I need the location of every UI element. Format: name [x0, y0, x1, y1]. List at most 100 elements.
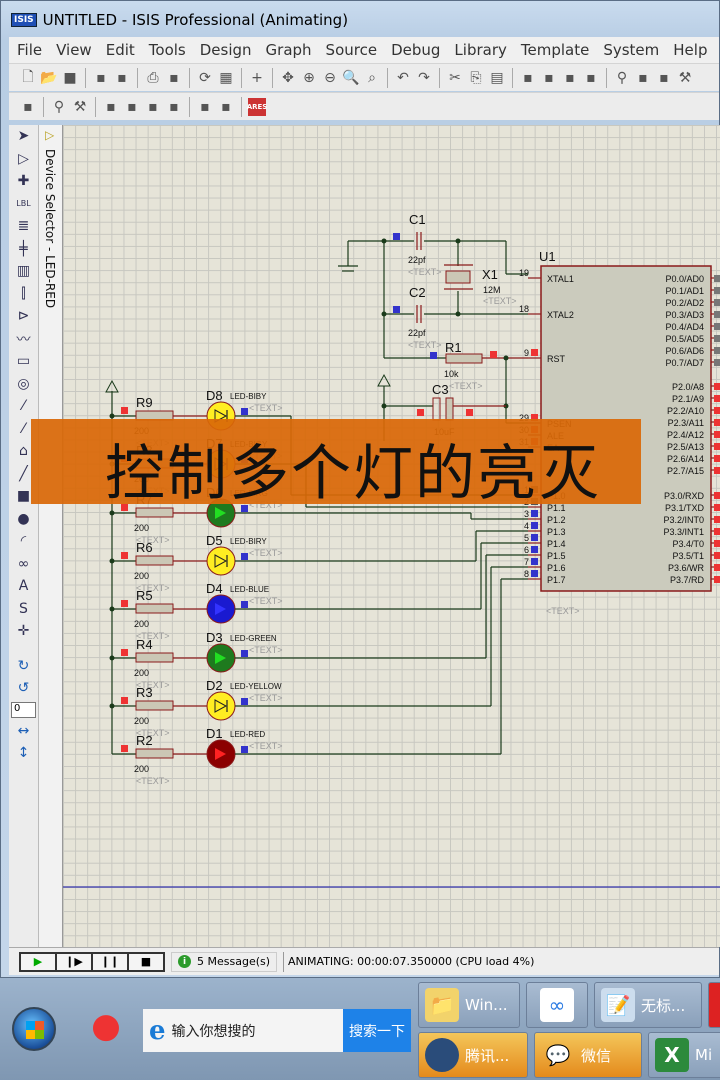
block-move-icon[interactable]: ▪ [540, 69, 558, 87]
export-icon[interactable]: ▪ [113, 69, 131, 87]
text-script-icon[interactable]: ≣ [9, 215, 38, 238]
circle-icon[interactable]: ● [9, 508, 38, 531]
generator-icon[interactable]: ◎ [9, 373, 38, 396]
search-icon[interactable]: ⚲ [50, 98, 68, 116]
pin-name: P1.3 [547, 527, 566, 537]
ares-icon[interactable]: ARES [247, 97, 267, 116]
zoom-all-icon[interactable]: 🔍 [342, 69, 360, 87]
decompose-icon[interactable]: ⚒ [676, 69, 694, 87]
voltage-probe-icon[interactable]: ⁄ [9, 395, 38, 418]
zoom-in-icon[interactable]: ⊕ [300, 69, 318, 87]
import-icon[interactable]: ▪ [92, 69, 110, 87]
property-tool-icon[interactable]: ⚒ [71, 98, 89, 116]
block-delete-icon[interactable]: ▪ [582, 69, 600, 87]
cut-icon[interactable]: ✂ [446, 69, 464, 87]
menu-edit[interactable]: Edit [106, 41, 135, 59]
menu-help[interactable]: Help [673, 41, 707, 59]
pick-device-icon[interactable]: ⚲ [613, 69, 631, 87]
new-sheet-icon[interactable]: ▪ [123, 98, 141, 116]
pin-marker [531, 546, 538, 553]
menu-debug[interactable]: Debug [391, 41, 440, 59]
electrical-rule-check-icon[interactable]: ▪ [217, 98, 235, 116]
origin-icon[interactable]: + [248, 69, 266, 87]
menu-tools[interactable]: Tools [149, 41, 186, 59]
make-device-icon[interactable]: ▪ [634, 69, 652, 87]
print-icon[interactable]: ⎙ [144, 69, 162, 87]
save-icon[interactable]: ■ [61, 69, 79, 87]
arc-icon[interactable]: ◜ [9, 530, 38, 553]
text-icon[interactable]: A [9, 575, 38, 598]
component-icon[interactable]: ▷ [9, 148, 38, 171]
goto-sheet-icon[interactable]: ▪ [165, 98, 183, 116]
device-selector-panel[interactable]: ▷ Device Selector - LED-RED [39, 125, 63, 947]
page-icon[interactable]: ▪ [165, 69, 183, 87]
search-button[interactable]: 搜索一下 [343, 1009, 411, 1052]
open-icon[interactable]: 📂 [40, 69, 58, 87]
graph-icon[interactable]: 〰 [9, 328, 38, 351]
pause-button[interactable]: ❙❙ [92, 952, 128, 971]
task-baidu-netdisk[interactable]: ∞ [526, 982, 588, 1028]
schematic-canvas[interactable]: U1<TEXT>19XTAL118XTAL29RST29PSEN30ALE31E… [63, 125, 720, 947]
menu-template[interactable]: Template [521, 41, 589, 59]
tape-recorder-icon[interactable]: ▭ [9, 350, 38, 373]
task-windows-explorer[interactable]: 📁 Win... [418, 982, 520, 1028]
messages-button[interactable]: i 5 Message(s) [171, 951, 278, 972]
rotation-angle-input[interactable]: 0 [11, 701, 36, 718]
block-copy-icon[interactable]: ▪ [519, 69, 537, 87]
copy-icon[interactable]: ⎘ [467, 69, 485, 87]
junction-icon[interactable]: ✚ [9, 170, 38, 193]
mirror-horizontal-icon[interactable]: ↔ [9, 720, 38, 743]
grid-icon[interactable]: ▦ [217, 69, 235, 87]
bus-icon[interactable]: ╪ [9, 238, 38, 261]
design-explorer-icon[interactable]: ▪ [102, 98, 120, 116]
menu-graph[interactable]: Graph [266, 41, 312, 59]
play-button[interactable]: ▶ [20, 952, 56, 971]
rotate-cw-icon[interactable]: ↻ [9, 655, 38, 678]
task-partial[interactable] [708, 982, 720, 1028]
task-tencent[interactable]: 腾讯... [418, 1032, 528, 1078]
task-excel[interactable]: X Mi [648, 1032, 720, 1078]
device-pin-icon[interactable]: ⊳ [9, 305, 38, 328]
subcircuit-icon[interactable]: ▥ [9, 260, 38, 283]
task-notepad[interactable]: 📝 无标... [594, 982, 702, 1028]
symbol-icon[interactable]: S [9, 598, 38, 621]
mirror-vertical-icon[interactable]: ↕ [9, 742, 38, 765]
new-icon[interactable]: 🗋 [19, 69, 37, 87]
bill-of-materials-icon[interactable]: ▪ [196, 98, 214, 116]
menu-system[interactable]: System [603, 41, 659, 59]
package-icon[interactable]: ▪ [655, 69, 673, 87]
zoom-area-icon[interactable]: ⌕ [363, 69, 381, 87]
menu-source[interactable]: Source [326, 41, 378, 59]
refresh-icon[interactable]: ⟳ [196, 69, 214, 87]
app-launcher-icon[interactable]: ● [86, 1006, 126, 1050]
pan-icon[interactable]: ✥ [279, 69, 297, 87]
paste-icon[interactable]: ▤ [488, 69, 506, 87]
stop-button[interactable]: ■ [128, 952, 164, 971]
remove-sheet-icon[interactable]: ▪ [144, 98, 162, 116]
path-icon[interactable]: ∞ [9, 553, 38, 576]
zoom-out-icon[interactable]: ⊖ [321, 69, 339, 87]
marker-icon[interactable]: ✛ [9, 620, 38, 643]
pin-marker [531, 558, 538, 565]
redo-icon[interactable]: ↷ [415, 69, 433, 87]
resistor-value: 10k [444, 369, 459, 379]
start-button[interactable] [12, 1007, 56, 1051]
block-rotate-icon[interactable]: ▪ [561, 69, 579, 87]
menu-view[interactable]: View [56, 41, 92, 59]
notepad-icon: 📝 [601, 988, 635, 1022]
terminal-icon[interactable]: ⫿ [9, 283, 38, 306]
search-input[interactable]: e 输入你想搜的 [143, 1009, 343, 1052]
rotate-ccw-icon[interactable]: ↺ [9, 677, 38, 700]
wire-label-icon[interactable]: LBL [9, 193, 38, 216]
step-button[interactable]: ❙▶ [56, 952, 92, 971]
pin-marker [714, 528, 720, 535]
menu-file[interactable]: File [17, 41, 42, 59]
wire-autorouter-icon[interactable]: ▪ [19, 98, 37, 116]
menu-design[interactable]: Design [200, 41, 252, 59]
undo-icon[interactable]: ↶ [394, 69, 412, 87]
menu-library[interactable]: Library [454, 41, 506, 59]
capacitor-ref: C3 [432, 382, 449, 397]
selection-icon[interactable]: ➤ [9, 125, 38, 148]
task-wechat[interactable]: 💬 微信 [534, 1032, 642, 1078]
junction [455, 311, 461, 317]
